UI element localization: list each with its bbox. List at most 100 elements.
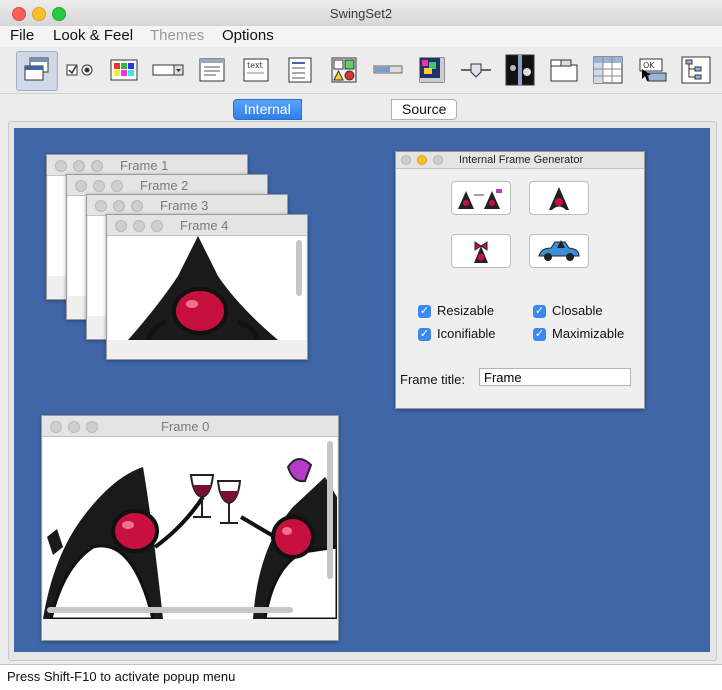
tree-demo-icon <box>681 56 711 84</box>
progress-bar-demo-icon <box>373 65 403 74</box>
minimize-icon[interactable] <box>113 200 125 212</box>
slider-demo-button[interactable] <box>456 51 496 89</box>
close-icon[interactable] <box>95 200 107 212</box>
frame-title: Frame 0 <box>161 419 210 434</box>
maximize-icon[interactable] <box>151 220 163 232</box>
generator-title: Internal Frame Generator <box>459 154 584 166</box>
maximizable-label: Maximizable <box>552 326 625 341</box>
frame-title-bar[interactable]: Frame 0 <box>42 416 338 437</box>
frame-content <box>108 236 306 340</box>
svg-text:text: text <box>247 61 263 70</box>
tooltip-demo-button[interactable]: OK <box>632 51 672 89</box>
scroll-pane-demo-icon <box>419 57 445 83</box>
option-pane-demo-icon <box>331 57 357 83</box>
slider-demo-icon <box>461 63 491 78</box>
minimize-icon[interactable] <box>73 160 85 172</box>
close-icon[interactable] <box>55 160 67 172</box>
iconifiable-label: Iconifiable <box>437 326 496 341</box>
horizontal-scrollbar[interactable] <box>47 607 293 613</box>
maximizable-checkbox[interactable]: ✓ <box>533 328 546 341</box>
scroll-pane-demo-button[interactable] <box>412 51 452 89</box>
internal-frame-demo-icon <box>24 57 49 81</box>
maximize-icon[interactable] <box>433 155 443 165</box>
resizable-label: Resizable <box>437 303 495 318</box>
maximize-icon[interactable] <box>86 421 98 433</box>
duke-image <box>128 236 278 340</box>
minimize-icon[interactable] <box>133 220 145 232</box>
close-icon[interactable] <box>115 220 127 232</box>
iconifiable-checkbox[interactable]: ✓ <box>418 328 431 341</box>
frame-title-bar[interactable]: Frame 2 <box>67 175 267 196</box>
frame-title-bar[interactable]: Frame 1 <box>47 155 247 176</box>
button-demo-button[interactable] <box>60 51 100 89</box>
closable-label: Closable <box>552 303 603 318</box>
list-demo-icon <box>288 57 312 83</box>
svg-text:OK: OK <box>643 61 655 70</box>
resizable-checkbox[interactable]: ✓ <box>418 305 431 318</box>
generator-title-bar[interactable]: Internal Frame Generator <box>396 152 644 169</box>
maximize-icon[interactable] <box>131 200 143 212</box>
maximize-icon[interactable] <box>91 160 103 172</box>
html-demo-icon: text <box>243 58 269 82</box>
menu-themes: Themes <box>150 27 205 44</box>
table-demo-button[interactable] <box>588 51 628 89</box>
desktop-pane: Frame 1 Frame 2 Frame 3 Frame 4 Frame 0 … <box>14 128 710 652</box>
frame-content <box>43 437 337 619</box>
frame-title-label: Frame title: <box>400 372 466 387</box>
color-chooser-demo-button[interactable] <box>104 51 144 89</box>
split-pane-demo-icon <box>505 54 535 86</box>
vertical-scrollbar[interactable] <box>327 441 333 579</box>
closable-checkbox[interactable]: ✓ <box>533 305 546 318</box>
create-frame-button-car[interactable] <box>529 234 589 268</box>
html-demo-button[interactable]: text <box>236 51 276 89</box>
status-bar: Press Shift-F10 to activate popup menu <box>0 664 722 690</box>
menu-file[interactable]: File <box>10 27 34 44</box>
close-icon[interactable] <box>401 155 411 165</box>
internal-frame-4[interactable]: Frame 4 <box>106 214 308 360</box>
duke-bow-icon <box>474 241 488 263</box>
list-demo-button[interactable] <box>280 51 320 89</box>
internal-frame-demo-button[interactable] <box>16 51 58 91</box>
menu-bar: File Look & Feel Themes Options <box>0 26 722 48</box>
color-chooser-demo-icon <box>110 59 138 81</box>
duke-car-icon <box>538 240 580 261</box>
create-frame-button-bow[interactable] <box>451 234 511 268</box>
split-pane-demo-button[interactable] <box>500 51 540 89</box>
internal-frame-0[interactable]: Frame 0 <box>41 415 339 641</box>
frame-title: Frame 4 <box>180 218 229 233</box>
menu-look-and-feel[interactable]: Look & Feel <box>53 27 133 44</box>
frame-title-bar[interactable]: Frame 4 <box>107 215 307 236</box>
close-icon[interactable] <box>75 180 87 192</box>
tabbed-pane-demo-icon <box>550 59 578 82</box>
menu-options[interactable]: Options <box>222 27 274 44</box>
frame-title: Frame 1 <box>120 158 169 173</box>
minimize-icon[interactable] <box>417 155 427 165</box>
frame-title: Frame 2 <box>140 178 189 193</box>
frame-title: Frame 3 <box>160 198 209 213</box>
vertical-scrollbar[interactable] <box>296 240 302 296</box>
file-chooser-demo-button[interactable] <box>192 51 232 89</box>
frame-title-bar[interactable]: Frame 3 <box>87 195 287 216</box>
create-frame-button-duke[interactable] <box>529 181 589 215</box>
status-text: Press Shift-F10 to activate popup menu <box>7 669 236 684</box>
progress-bar-demo-button[interactable] <box>368 51 408 89</box>
tree-demo-button[interactable] <box>676 51 716 89</box>
minimize-icon[interactable] <box>68 421 80 433</box>
duke-toast-icon <box>458 189 502 209</box>
tab-source-code[interactable]: Source Code <box>391 99 458 136</box>
maximize-icon[interactable] <box>111 180 123 192</box>
internal-frame-generator[interactable]: Internal Frame Generator ✓ Resizable ✓ C… <box>395 151 645 409</box>
minimize-icon[interactable] <box>93 180 105 192</box>
window-title: SwingSet2 <box>329 6 393 21</box>
combobox-demo-icon <box>152 64 184 76</box>
window-title-bar: SwingSet2 <box>0 0 722 27</box>
create-frame-button-toast[interactable] <box>451 181 511 215</box>
tab-internal-frames-demo[interactable]: Internal Frames Demo <box>233 99 303 155</box>
option-pane-demo-button[interactable] <box>324 51 364 89</box>
close-icon[interactable] <box>50 421 62 433</box>
combobox-demo-button[interactable] <box>148 51 188 89</box>
demo-toolbar: text OK <box>0 47 722 94</box>
file-chooser-demo-icon <box>199 58 225 82</box>
tabbed-pane-demo-button[interactable] <box>544 51 584 89</box>
frame-title-input[interactable] <box>479 368 631 386</box>
